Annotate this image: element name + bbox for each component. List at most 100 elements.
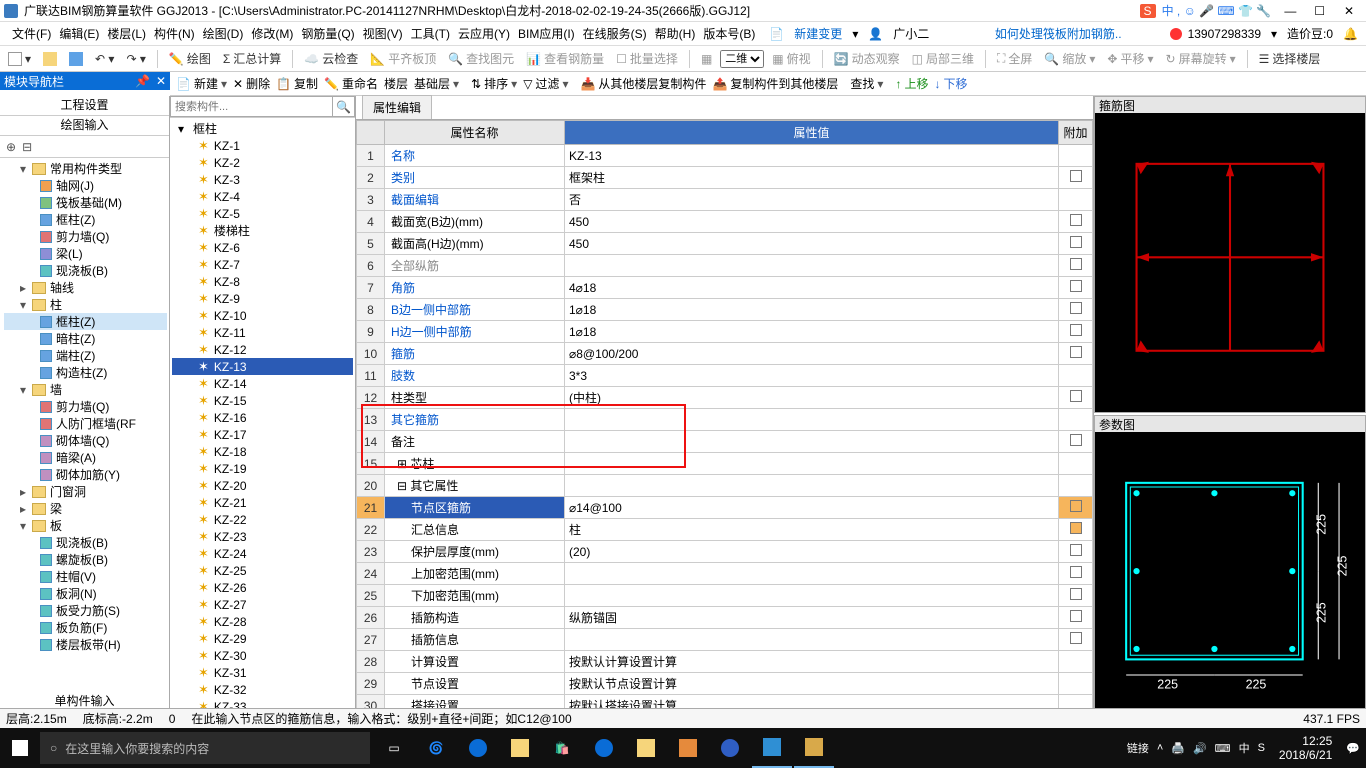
tree-item[interactable]: 砌体加筋(Y) [4,466,167,483]
zoom-button[interactable]: 🔍缩放▾ [1040,48,1099,69]
member-item[interactable]: ✶KZ-1 [172,137,353,154]
member-item[interactable]: ✶KZ-9 [172,290,353,307]
member-item[interactable]: ✶KZ-25 [172,562,353,579]
engineering-settings-button[interactable]: 工程设置 [0,96,169,116]
member-tree[interactable]: ▾框柱✶KZ-1✶KZ-2✶KZ-3✶KZ-4✶KZ-5✶楼梯柱✶KZ-6✶KZ… [170,118,355,732]
member-item[interactable]: ✶KZ-2 [172,154,353,171]
member-item[interactable]: ✶KZ-3 [172,171,353,188]
member-item[interactable]: ✶KZ-14 [172,375,353,392]
member-item[interactable]: ✶KZ-12 [172,341,353,358]
draw-input-button[interactable]: 绘图输入 [0,116,169,136]
tray-volume-icon[interactable]: 🔊 [1193,742,1207,755]
filter-button[interactable]: ▽过滤 [523,75,568,92]
undo-button[interactable]: ↶ ▾ [91,50,118,68]
tree-item[interactable]: ▾常用构件类型 [4,160,167,177]
select-floor-button[interactable]: ☰选择楼层 [1255,48,1325,69]
member-item[interactable]: ✶KZ-30 [172,647,353,664]
member-item[interactable]: ✶KZ-27 [172,596,353,613]
local-3d-button[interactable]: ◫局部三维 [908,48,978,69]
tree-item[interactable]: 剪力墙(Q) [4,398,167,415]
phone-dropdown-icon[interactable]: ▾ [1267,25,1281,43]
tree-item[interactable]: 暗柱(Z) [4,330,167,347]
property-row[interactable]: 26插筋构造纵筋锚固 [357,607,1093,629]
new-doc-button[interactable]: ▾ [4,50,35,68]
member-item[interactable]: ✶楼梯柱 [172,222,353,239]
tree-item[interactable]: 轴网(J) [4,177,167,194]
edge-icon[interactable] [458,728,498,768]
property-row[interactable]: 29节点设置按默认节点设置计算 [357,673,1093,695]
store-icon[interactable]: 🛍️ [542,728,582,768]
start-button[interactable] [0,728,40,768]
topview-button[interactable]: ▦俯视 [768,48,814,69]
batch-select-button[interactable]: ☐批量选择 [612,48,682,69]
notifications-icon[interactable]: 💬 [1346,742,1360,755]
member-item[interactable]: ✶KZ-11 [172,324,353,341]
app2-icon[interactable] [710,728,750,768]
tree-item[interactable]: 框柱(Z) [4,211,167,228]
menu-item[interactable]: 构件(N) [150,25,199,43]
tray-ime-icon[interactable]: 中 [1239,740,1250,756]
collapse-icon[interactable]: ⊟ [22,140,32,154]
property-row[interactable]: 15⊞ 芯柱 [357,453,1093,475]
member-item[interactable]: ✶KZ-18 [172,443,353,460]
redo-button[interactable]: ↷ ▾ [122,50,149,68]
tree-item[interactable]: 柱帽(V) [4,568,167,585]
tree-item[interactable]: 螺旋板(B) [4,551,167,568]
property-row[interactable]: 2类别框架柱 [357,167,1093,189]
property-row[interactable]: 24上加密范围(mm) [357,563,1093,585]
property-row[interactable]: 25下加密范围(mm) [357,585,1093,607]
app4-icon[interactable] [794,728,834,768]
menu-item[interactable]: 在线服务(S) [579,25,651,43]
menu-item[interactable]: 楼层(L) [103,25,150,43]
view-rebar-button[interactable]: 📊查看钢筋量 [522,48,608,69]
member-item[interactable]: ✶KZ-16 [172,409,353,426]
folder2-icon[interactable] [626,728,666,768]
ie-icon[interactable] [584,728,624,768]
sum-button[interactable]: Σ 汇总计算 [219,48,285,69]
save-button[interactable] [65,50,87,68]
property-row[interactable]: 22汇总信息柱 [357,519,1093,541]
pin-icon[interactable]: 📌 [135,74,150,88]
dropdown-icon[interactable]: ▾ [848,25,862,43]
member-item[interactable]: ✶KZ-10 [172,307,353,324]
property-row[interactable]: 10箍筋⌀8@100/200 [357,343,1093,365]
category-tree[interactable]: ▾常用构件类型轴网(J)筏板基础(M)框柱(Z)剪力墙(Q)梁(L)现浇板(B)… [0,158,169,692]
move-down-button[interactable]: ↓下移 [934,75,967,92]
tree-item[interactable]: 暗梁(A) [4,449,167,466]
expand-icon[interactable]: ⊕ [6,140,16,154]
menu-item[interactable]: 云应用(Y) [454,25,514,43]
property-row[interactable]: 1名称KZ-13 [357,145,1093,167]
clock[interactable]: 12:25 2018/6/21 [1273,734,1338,762]
menu-item[interactable]: 工具(T) [407,25,454,43]
app1-icon[interactable] [668,728,708,768]
link-label[interactable]: 链接 [1127,740,1149,756]
app3-icon[interactable] [752,728,792,768]
property-grid[interactable]: 属性名称 属性值 附加 1名称KZ-132类别框架柱3截面编辑否4截面宽(B边)… [356,120,1093,732]
menu-item[interactable]: BIM应用(I) [514,25,579,43]
member-item[interactable]: ✶KZ-20 [172,477,353,494]
tree-item[interactable]: 筏板基础(M) [4,194,167,211]
menu-item[interactable]: 视图(V) [359,25,407,43]
coin-icon[interactable]: 🔔 [1339,25,1362,43]
tree-item[interactable]: ▾墙 [4,381,167,398]
store-icon[interactable] [1170,28,1182,40]
property-row[interactable]: 8B边一侧中部筋1⌀18 [357,299,1093,321]
property-row[interactable]: 27插筋信息 [357,629,1093,651]
member-item[interactable]: ✶KZ-7 [172,256,353,273]
property-row[interactable]: 23保护层厚度(mm)(20) [357,541,1093,563]
tree-item[interactable]: 砌体墙(Q) [4,432,167,449]
cloud-check-button[interactable]: ☁️云检查 [300,48,362,69]
tree-item[interactable]: ▾柱 [4,296,167,313]
member-item[interactable]: ✶KZ-31 [172,664,353,681]
tree-item[interactable]: 端柱(Z) [4,347,167,364]
copy-button[interactable]: 📋复制 [276,75,318,92]
property-row[interactable]: 7角筋4⌀18 [357,277,1093,299]
property-row[interactable]: 28计算设置按默认计算设置计算 [357,651,1093,673]
sort-button[interactable]: ⇅排序 [471,75,517,92]
member-item[interactable]: ✶KZ-26 [172,579,353,596]
minimize-button[interactable]: — [1277,4,1303,18]
tree-item[interactable]: 板受力筋(S) [4,602,167,619]
property-row[interactable]: 11肢数3*3 [357,365,1093,387]
member-item[interactable]: ✶KZ-32 [172,681,353,698]
swirl-icon[interactable]: 🌀 [416,728,456,768]
